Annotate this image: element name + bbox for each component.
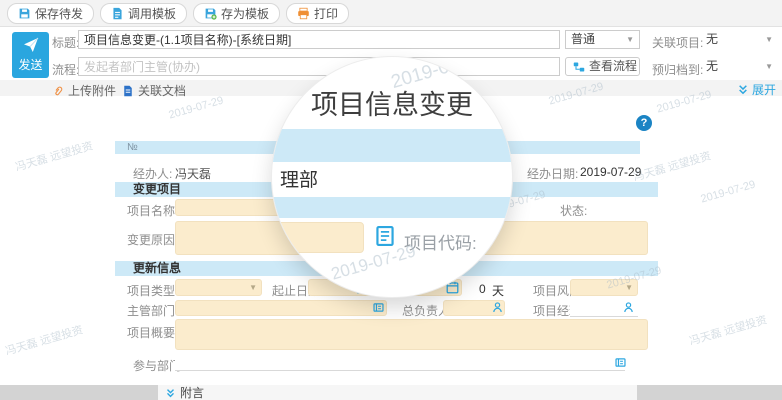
save-disk-icon [19,8,30,18]
watermark-name: 冯天磊 远望投资 [14,140,95,174]
paperclip-icon [55,86,63,95]
agent-value: 冯天磊 [175,167,212,181]
save-draft-label: 保存待发 [35,6,84,21]
agent-date-label: 经办日期: [527,167,579,181]
save-as-template-icon [205,8,217,20]
participants-input[interactable] [175,355,625,371]
watermark-name: 冯天磊 远望投资 [4,324,85,358]
link-document-label: 关联文档 [138,84,187,98]
flow-label: 流程: [52,63,80,77]
watermark-name: 冯天磊 远望投资 [632,150,713,184]
magnified-section-bar [272,197,512,218]
project-name-label: 项目名称: [127,204,179,218]
person-picker-icon[interactable] [622,301,635,314]
agent-date-value: 2019-07-29 [580,165,642,179]
template-document-icon [113,7,122,19]
postscript-toggle[interactable]: 附言 [158,385,637,400]
prearchive-value: 无 [706,59,719,73]
dept-input[interactable] [175,300,387,316]
postscript-label: 附言 [180,386,205,400]
prearchive-label: 预归档到: [652,63,704,77]
help-icon[interactable]: ? [636,115,652,131]
days-value: 0 [479,282,486,296]
save-draft-button[interactable]: 保存待发 [7,2,95,24]
save-as-template-button[interactable]: 存为模板 [193,2,281,24]
related-project-label: 关联项目: [652,36,704,50]
app-window: 保存待发 调用模板 存为模板 打印 发送 标题: 普通 ▼ 关联项目: 无 ▼ … [0,0,782,400]
send-label: 发送 [18,58,43,72]
print-button[interactable]: 打印 [286,2,350,24]
magnifier-title: 项目信息变更 [311,90,473,120]
save-as-template-label: 存为模板 [221,6,270,21]
watermark-date: 2019-07-29 [699,178,757,206]
priority-select[interactable]: 普通 ▼ [565,30,640,49]
link-document-link[interactable]: 关联文档 [122,82,186,99]
double-chevron-down-icon [739,85,747,95]
related-project-value: 无 [706,32,719,46]
project-risk-select[interactable]: ▼ [570,279,638,296]
upload-attachment-label: 上传附件 [68,84,117,98]
related-project-select[interactable]: 无 ▼ [706,31,778,50]
view-flow-button[interactable]: 查看流程 [565,57,640,76]
org-picker-icon[interactable] [372,301,385,314]
project-type-select[interactable]: ▼ [175,279,262,296]
caret-down-icon: ▼ [765,62,773,71]
change-reason-label: 变更原因: [127,233,179,247]
caret-down-icon: ▼ [249,283,257,292]
priority-value: 普通 [571,32,596,46]
linked-document-icon [124,85,132,96]
magnified-input [272,222,364,253]
use-template-button[interactable]: 调用模板 [100,2,188,24]
caret-down-icon: ▼ [626,35,634,44]
expand-toggle[interactable]: 展开 [738,81,776,98]
agent-label: 经办人: [133,167,173,181]
top-toolbar: 保存待发 调用模板 存为模板 打印 [0,0,782,27]
days-unit: 天 [492,284,505,298]
caret-down-icon: ▼ [765,35,773,44]
magnified-serial-bar [272,129,512,162]
summary-label: 项目概要: [127,326,179,340]
title-input[interactable] [78,30,560,49]
upload-attachment-link[interactable]: 上传附件 [52,82,116,99]
print-label: 打印 [314,6,339,21]
magnifier-overlay: 项目信息变更 理部 项目代码: 2019-07-29 2019-07-29 [272,57,512,297]
double-chevron-down-icon [167,388,174,397]
prearchive-select[interactable]: 无 ▼ [706,58,778,77]
printer-icon [298,7,309,19]
flow-input[interactable] [78,57,560,76]
summary-textarea[interactable] [175,319,648,350]
expand-label: 展开 [752,83,777,97]
magnified-project-code-lookup-icon [376,225,394,247]
caret-down-icon: ▼ [625,283,633,292]
magnified-project-code-label: 项目代码: [404,234,477,253]
watermark-name: 冯天磊 远望投资 [688,314,769,348]
paper-plane-icon [23,37,38,52]
status-label: 状态: [560,204,588,218]
person-picker-icon[interactable] [491,301,504,314]
use-template-label: 调用模板 [128,6,177,21]
view-flow-label: 查看流程 [588,59,637,73]
title-label: 标题: [52,36,80,50]
org-picker-icon[interactable] [614,356,627,369]
dept-label: 主管部门: [127,304,179,318]
send-button[interactable]: 发送 [12,32,49,78]
flowchart-icon [573,62,585,71]
magnified-dept-fragment: 理部 [280,170,319,191]
project-type-label: 项目类型: [127,284,179,298]
